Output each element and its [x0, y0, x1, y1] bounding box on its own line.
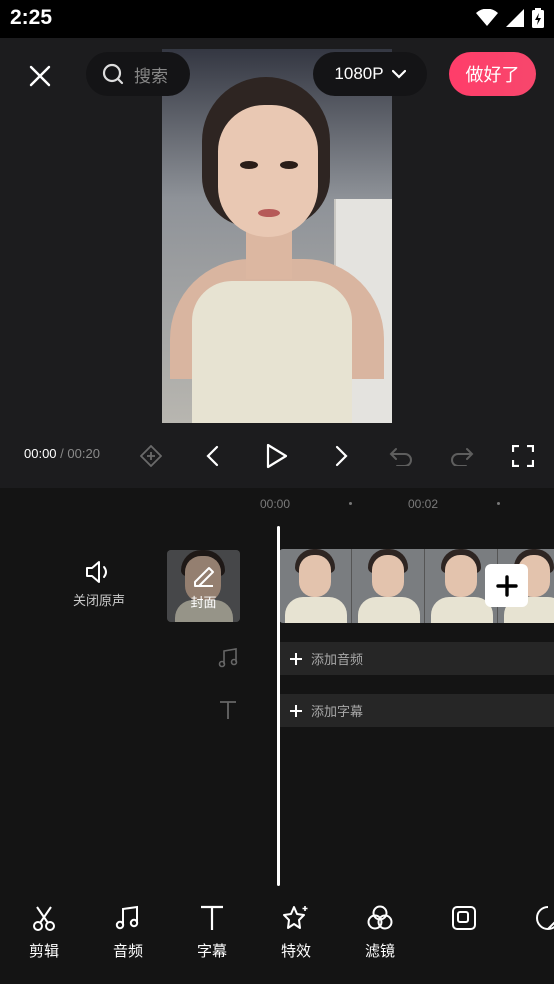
status-bar: 2:25 — [0, 0, 554, 38]
music-note-icon — [218, 648, 238, 668]
keyframe-diamond-icon — [140, 445, 162, 467]
text-icon — [201, 905, 223, 930]
redo-button[interactable] — [444, 438, 480, 474]
chevron-right-icon — [335, 445, 348, 467]
scissors-icon — [33, 906, 55, 931]
play-button[interactable] — [259, 438, 295, 474]
sparkle-star-icon — [283, 906, 308, 929]
clip-thumbnail — [352, 549, 425, 623]
tool-label: 字幕 — [196, 942, 227, 960]
battery-icon — [532, 8, 544, 28]
wifi-icon — [476, 9, 498, 26]
fullscreen-button[interactable] — [505, 438, 541, 474]
edit-pencil-icon — [193, 566, 214, 587]
text-icon — [220, 701, 236, 719]
fullscreen-icon — [512, 445, 534, 467]
subtitle-track-icon — [214, 696, 242, 724]
chevron-down-icon — [391, 69, 406, 79]
done-button[interactable]: 做好了 — [449, 52, 536, 96]
add-subtitle-track[interactable]: 添加字幕 — [279, 694, 554, 727]
tool-filters[interactable]: 滤镜 — [345, 904, 415, 974]
tool-cut[interactable]: 剪辑 — [9, 904, 79, 974]
picture-in-picture-icon — [452, 906, 476, 930]
resolution-dropdown[interactable]: 1080P — [313, 52, 427, 96]
speaker-icon — [86, 561, 107, 583]
sticker-icon — [536, 906, 554, 930]
timecode: 00:00 / 00:20 — [24, 446, 100, 461]
cell-signal-icon — [506, 9, 524, 27]
ruler-label: 00:00 — [260, 497, 291, 511]
tool-sticker[interactable] — [513, 904, 554, 974]
plus-icon — [290, 652, 302, 665]
add-clip-button[interactable] — [485, 564, 528, 607]
previous-frame-button[interactable] — [194, 438, 230, 474]
tool-label: 特效 — [280, 942, 311, 960]
time-ruler: 00:00 00:02 — [0, 488, 554, 518]
add-audio-track[interactable]: 添加音频 — [279, 642, 554, 675]
editor-preview-area: 搜索 1080P 做好了 00:00 / 00:20 — [0, 38, 554, 488]
resolution-value: 1080P — [334, 64, 384, 83]
chevron-left-icon — [206, 445, 219, 467]
play-icon — [266, 443, 288, 469]
keyframe-button[interactable] — [133, 438, 169, 474]
mute-label: 关闭原声 — [72, 594, 125, 609]
undo-button[interactable] — [383, 438, 419, 474]
current-time: 00:00 — [24, 446, 57, 461]
redo-icon — [451, 448, 474, 466]
dress — [192, 281, 352, 423]
add-subtitle-label: 添加字幕 — [311, 705, 364, 720]
next-frame-button[interactable] — [324, 438, 360, 474]
plus-icon — [495, 574, 518, 597]
tool-label: 滤镜 — [364, 942, 395, 960]
tool-picture-in-picture[interactable] — [429, 904, 499, 974]
video-preview[interactable] — [162, 49, 392, 423]
playhead[interactable] — [277, 526, 280, 886]
ruler-label: 00:02 — [408, 497, 439, 511]
clip-thumbnail — [279, 549, 352, 623]
tool-effects[interactable]: 特效 — [261, 904, 331, 974]
mute-original-audio-button[interactable]: 关闭原声 — [62, 560, 136, 614]
plus-icon — [290, 704, 302, 717]
undo-icon — [389, 448, 412, 466]
system-icons — [476, 8, 544, 28]
total-time: 00:20 — [67, 446, 100, 461]
timeline: 00:00 00:02 关闭原声 封面 添加音频 添加字幕 — [0, 488, 554, 894]
tool-subtitle[interactable]: 字幕 — [177, 904, 247, 974]
cover-button[interactable]: 封面 — [167, 550, 240, 622]
music-note-icon — [115, 905, 139, 930]
tool-label: 剪辑 — [28, 942, 59, 960]
tool-audio[interactable]: 音频 — [93, 904, 163, 974]
status-time: 2:25 — [10, 6, 53, 29]
tool-label: 音频 — [112, 942, 143, 960]
add-audio-label: 添加音频 — [311, 653, 364, 668]
search-label: 搜索 — [134, 66, 168, 87]
search-button[interactable]: 搜索 — [86, 52, 190, 96]
close-button[interactable] — [22, 58, 58, 94]
time-separator: / — [60, 446, 64, 461]
search-icon — [102, 63, 124, 85]
bottom-toolbar: 剪辑 音频 字幕 特效 滤镜 — [0, 894, 554, 984]
playback-controls: 00:00 / 00:20 — [0, 436, 554, 476]
filter-circles-icon — [367, 905, 393, 930]
close-icon — [29, 65, 51, 87]
cover-label: 封面 — [190, 595, 217, 611]
audio-track-icon — [214, 644, 242, 672]
